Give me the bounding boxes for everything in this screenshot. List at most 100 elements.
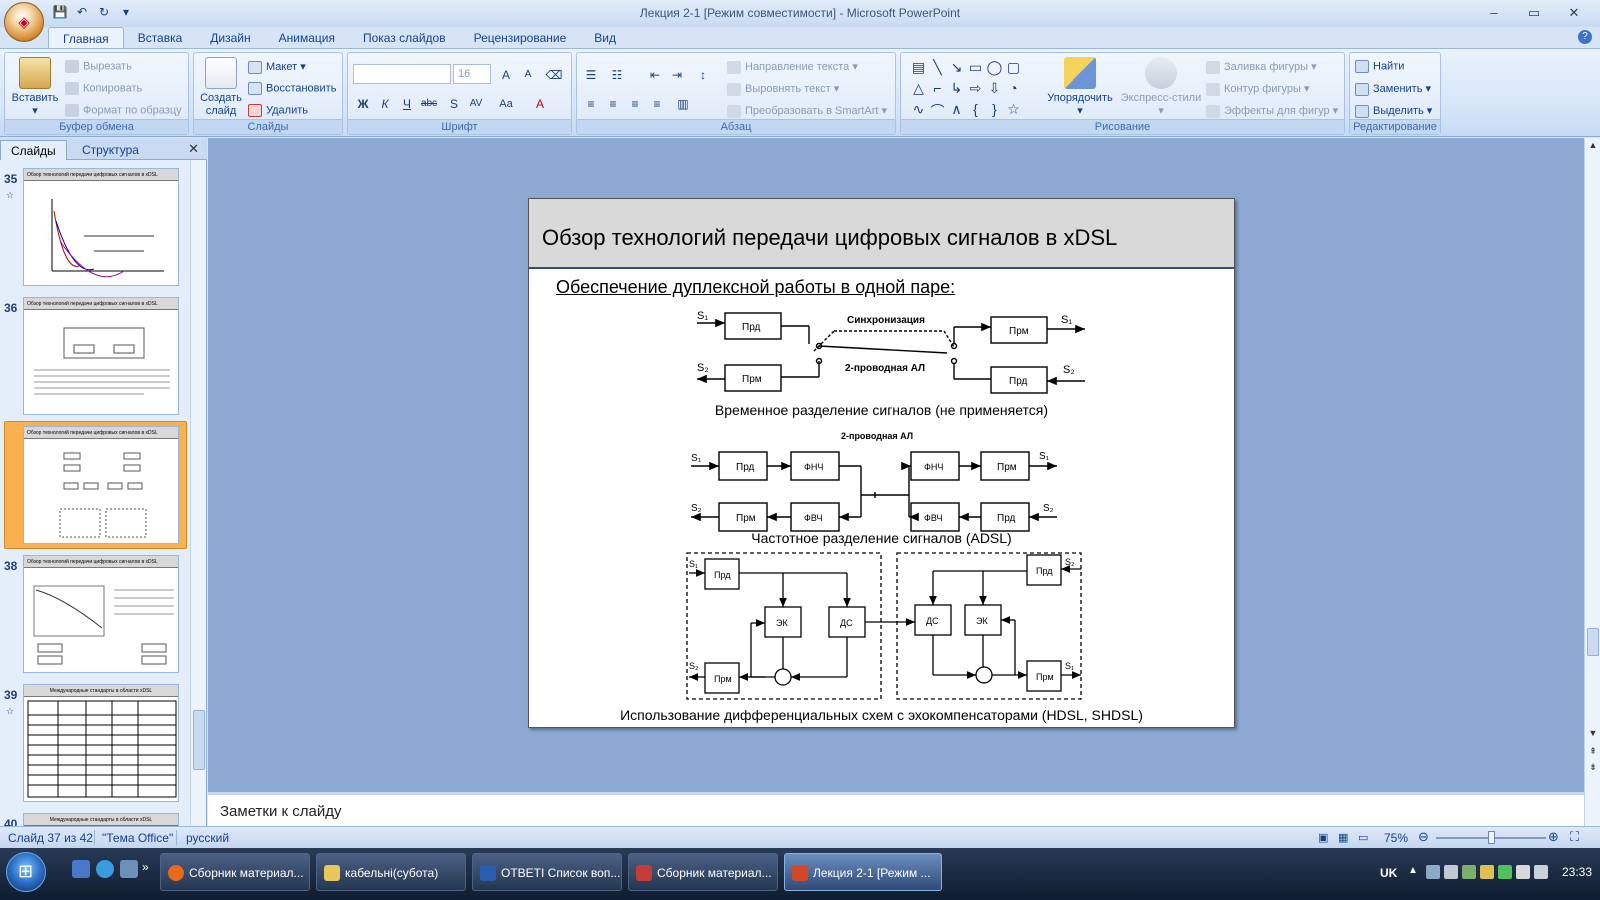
find-button[interactable]: Найти [1355,60,1404,73]
align-left-button[interactable]: ≡ [581,93,601,113]
right-arrow-shape-icon[interactable]: ⇨ [966,80,985,101]
font-color-button[interactable]: A [530,93,550,113]
decrease-indent-button[interactable]: ⇤ [645,64,665,84]
font-name-combo[interactable] [353,64,451,84]
show-desktop-icon[interactable] [72,860,90,878]
wifi-icon[interactable] [1498,865,1512,879]
language-indicator[interactable]: русский [186,831,229,845]
tab-slideshow[interactable]: Показ слайдов [349,27,460,49]
line-spacing-button[interactable]: ↕ [693,64,713,84]
prev-slide-icon[interactable]: ⇞ [1585,746,1600,757]
elbow-connector-icon[interactable]: ⌐ [928,80,947,101]
warning-icon[interactable] [1480,865,1494,879]
fit-window-icon[interactable]: ⛶ [1570,829,1579,845]
paste-button[interactable]: Вставить ▾ [9,57,61,118]
justify-button[interactable]: ≡ [647,93,667,113]
ie-icon[interactable] [96,860,114,878]
tab-home[interactable]: Главная [48,27,124,49]
slides-pane-scrollbar[interactable] [190,160,206,826]
cut-button[interactable]: Вырезать [65,60,132,73]
format-painter-button[interactable]: Формат по образцу [65,104,182,117]
shape-fill-button[interactable]: Заливка фигуры ▾ [1206,60,1317,74]
tab-animation[interactable]: Анимация [265,27,349,49]
network-icon[interactable] [1426,865,1440,879]
char-spacing-button[interactable]: AV [466,93,486,113]
align-right-button[interactable]: ≡ [625,93,645,113]
select-button[interactable]: Выделить ▾ [1355,104,1432,118]
minimize-button[interactable]: – [1474,2,1514,24]
line-shape-icon[interactable]: ╲ [928,59,947,80]
tab-view[interactable]: Вид [580,27,630,49]
taskbar-firefox-1[interactable]: Сборник материал... [160,853,310,891]
align-center-button[interactable]: ≡ [603,93,623,113]
tab-insert[interactable]: Вставка [124,27,197,49]
scroll-down-icon[interactable]: ▼ [1585,728,1600,738]
maximize-button[interactable]: ▭ [1514,2,1554,24]
quick-styles-button[interactable]: Экспресс-стили ▾ [1119,57,1203,118]
caption-fdd[interactable]: Частотное разделение сигналов (ADSL) [529,530,1234,546]
callout-shape-icon[interactable]: ◔ [1004,80,1023,101]
bullets-button[interactable]: ☰ [581,64,601,84]
increase-indent-button[interactable]: ⇥ [667,64,687,84]
copy-button[interactable]: Копировать [65,82,142,95]
clock[interactable]: 23:33 [1562,865,1592,879]
close-pane-icon[interactable]: ✕ [188,141,199,157]
textbox-shape-icon[interactable]: ▤ [909,59,928,80]
taskbar-firefox-2[interactable]: Сборник материал... [628,853,778,891]
arrange-button[interactable]: Упорядочить ▾ [1043,57,1117,118]
volume-icon[interactable] [1534,865,1548,879]
current-slide[interactable]: Обзор технологий передачи цифровых сигна… [528,198,1235,728]
office-button[interactable]: ◈ [4,2,44,42]
battery-icon[interactable] [1516,865,1530,879]
italic-button[interactable]: К [375,93,395,113]
scroll-thumb[interactable] [1587,628,1599,656]
reset-button[interactable]: Восстановить [248,82,336,95]
tray-expand-icon[interactable]: ▲ [1408,865,1422,879]
caption-echo-cancel[interactable]: Использование дифференциальных схем с эх… [529,707,1234,723]
tab-review[interactable]: Рецензирование [460,27,581,49]
numbering-button[interactable]: ☷ [607,64,627,84]
shapes-gallery[interactable]: ▤ ╲ ↘ ▭ ◯ ▢ △ ⌐ ↳ ⇨ ⇩ ◔ ∿ ⌒ ∧{} ☆ [909,59,1033,122]
zoom-in-icon[interactable]: ⊕ [1548,829,1559,845]
sorter-view-icon[interactable]: ▦ [1338,831,1348,844]
triangle-shape-icon[interactable]: △ [909,80,928,101]
clear-format-button[interactable]: ⌫ [544,64,564,84]
elbow-arrow-icon[interactable]: ↳ [947,80,966,101]
arrow-line-shape-icon[interactable]: ↘ [947,59,966,80]
taskbar-word[interactable]: ОТВЕТІ Список воп... [472,853,622,891]
columns-button[interactable]: ▥ [673,93,693,113]
notes-placeholder[interactable]: Заметки к слайду [220,803,342,820]
tab-outline[interactable]: Структура [72,140,149,160]
start-button[interactable]: ⊞ [6,852,46,892]
close-button[interactable]: ✕ [1554,2,1594,24]
bold-button[interactable]: Ж [353,93,373,113]
delete-slide-button[interactable]: Удалить [248,104,308,117]
underline-button[interactable]: Ч [397,93,417,113]
text-direction-button[interactable]: Направление текста ▾ [727,60,858,74]
printer-icon[interactable] [1444,865,1458,879]
strikethrough-button[interactable]: abc [419,93,439,113]
zoom-out-icon[interactable]: ⊖ [1418,829,1429,845]
grow-font-button[interactable]: A [496,64,516,84]
slideshow-view-icon[interactable]: ▭ [1358,831,1368,844]
keyboard-language[interactable]: UK [1380,866,1397,880]
shape-outline-button[interactable]: Контур фигуры ▾ [1206,82,1310,96]
oval-shape-icon[interactable]: ◯ [985,59,1004,80]
zoom-slider-knob[interactable] [1488,831,1495,844]
normal-view-icon[interactable]: ▣ [1318,831,1328,844]
tab-design[interactable]: Дизайн [196,27,264,49]
rectangle-shape-icon[interactable]: ▭ [966,59,985,80]
font-size-combo[interactable]: 16 [453,64,491,84]
antivirus-icon[interactable] [1462,865,1476,879]
tab-slides[interactable]: Слайды [0,140,67,160]
convert-smartart-button[interactable]: Преобразовать в SmartArt ▾ [727,104,887,118]
shrink-font-button[interactable]: A [518,64,538,84]
scroll-up-icon[interactable]: ▲ [1585,140,1600,150]
replace-button[interactable]: Заменить ▾ [1355,82,1431,96]
taskbar-powerpoint[interactable]: Лекция 2-1 [Режим ... [784,853,942,891]
change-case-button[interactable]: Aa [496,93,516,113]
slide-scrollbar[interactable]: ▲ ▼ ⇞ ⇟ [1584,138,1600,826]
switch-windows-icon[interactable] [120,860,138,878]
align-text-button[interactable]: Выровнять текст ▾ [727,82,839,96]
down-arrow-shape-icon[interactable]: ⇩ [985,80,1004,101]
